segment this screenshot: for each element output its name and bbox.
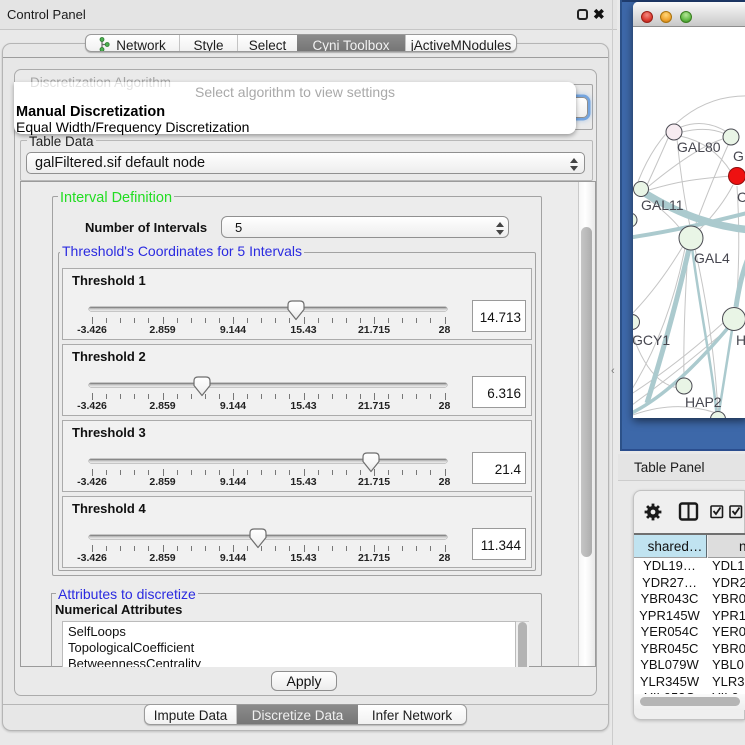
svg-text:GAL4: GAL4 — [694, 250, 730, 266]
svg-text:HAP2: HAP2 — [685, 394, 722, 410]
svg-text:H: H — [736, 332, 745, 348]
svg-text:GAL80: GAL80 — [677, 139, 721, 155]
svg-text:GCY1: GCY1 — [633, 332, 670, 348]
svg-text:G: G — [733, 148, 744, 164]
svg-text:GAL11: GAL11 — [641, 197, 684, 213]
svg-text:C: C — [737, 189, 745, 205]
